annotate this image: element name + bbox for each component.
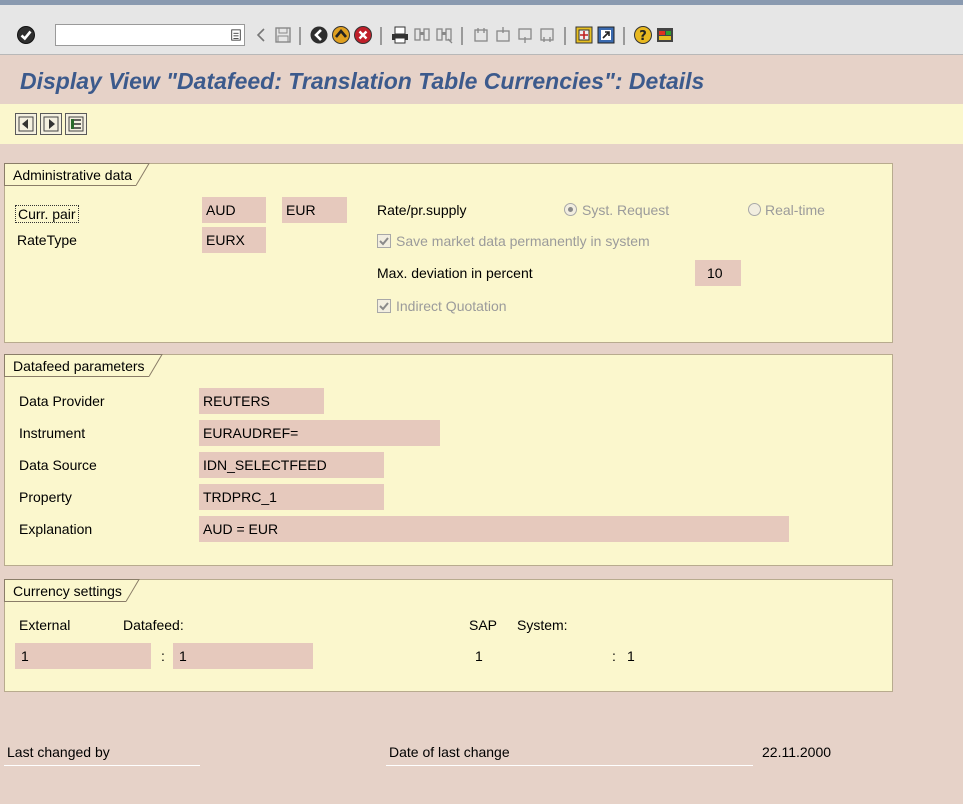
save-market-data-label: Save market data permanently in system — [396, 233, 650, 249]
group-administrative-data: Administrative data Curr. pair AUD EUR R… — [4, 163, 893, 343]
curr-to-field[interactable]: EUR — [282, 197, 347, 223]
explanation-label: Explanation — [19, 521, 93, 537]
group-datafeed-parameters: Datafeed parameters Data Provider REUTER… — [4, 354, 893, 566]
instrument-label: Instrument — [19, 425, 86, 441]
syst-request-label: Syst. Request — [582, 202, 670, 218]
date-of-last-change-value: 22.11.2000 — [762, 744, 832, 760]
data-source-field[interactable]: IDN_SELECTFEED — [199, 452, 384, 478]
window-top-border — [0, 0, 963, 5]
save-icon[interactable] — [272, 24, 294, 46]
real-time-label: Real-time — [765, 202, 825, 218]
checkmark-icon — [379, 237, 389, 246]
last-changed-by-underline — [4, 765, 200, 766]
external-label: External — [19, 617, 71, 633]
first-page-icon[interactable] — [470, 24, 492, 46]
datafeed-currency-field[interactable]: 1 — [173, 643, 313, 669]
group-title: Datafeed parameters — [4, 354, 149, 377]
toolbar-separator — [299, 27, 301, 45]
external-separator: : — [161, 648, 165, 664]
syst-request-radio[interactable] — [564, 203, 577, 216]
back-icon[interactable] — [308, 24, 330, 46]
rate-supply-label: Rate/pr.supply — [377, 202, 467, 218]
svg-text:?: ? — [639, 29, 647, 44]
create-session-icon[interactable] — [573, 24, 595, 46]
sap-separator: : — [612, 648, 616, 664]
date-of-last-change-underline — [386, 765, 753, 766]
group-tab-slant — [125, 579, 140, 602]
next-page-icon[interactable] — [514, 24, 536, 46]
system-toolbar: ? — [0, 0, 963, 55]
data-provider-field[interactable]: REUTERS — [199, 388, 324, 414]
exit-icon[interactable] — [330, 24, 352, 46]
sap-label: SAP — [469, 617, 498, 633]
rate-type-label: RateType — [17, 232, 77, 248]
shortcut-icon[interactable] — [595, 24, 617, 46]
find-icon[interactable] — [411, 24, 433, 46]
toolbar-separator — [564, 27, 566, 45]
group-tab: Currency settings — [4, 579, 140, 602]
property-field[interactable]: TRDPRC_1 — [199, 484, 384, 510]
group-tab-slant — [136, 163, 150, 186]
print-icon[interactable] — [389, 24, 411, 46]
date-of-last-change-label: Date of last change — [389, 744, 510, 760]
previous-entry-icon[interactable] — [15, 113, 37, 135]
datafeed-label: Datafeed: — [123, 617, 184, 633]
data-source-label: Data Source — [19, 457, 97, 473]
next-entry-icon[interactable] — [40, 113, 62, 135]
toolbar-separator — [623, 27, 625, 45]
rate-type-field[interactable]: EURX — [202, 227, 266, 253]
max-deviation-field[interactable]: 10 — [695, 260, 741, 286]
enter-icon[interactable] — [15, 24, 37, 46]
explanation-field[interactable]: AUD = EUR — [199, 516, 789, 542]
sap-currency-value: 1 — [475, 648, 483, 664]
variable-list-icon[interactable] — [65, 113, 87, 135]
toolbar-separator — [380, 27, 382, 45]
system-label: System: — [517, 617, 568, 633]
application-toolbar — [0, 104, 963, 144]
last-page-icon[interactable] — [536, 24, 558, 46]
max-deviation-label: Max. deviation in percent — [377, 265, 533, 281]
data-provider-label: Data Provider — [19, 393, 105, 409]
radio-selected-dot — [568, 207, 573, 212]
curr-from-field[interactable]: AUD — [202, 197, 266, 223]
sap-system-currency-value: 1 — [627, 648, 635, 664]
command-history-dropdown-icon[interactable] — [227, 24, 245, 46]
curr-pair-label[interactable]: Curr. pair — [15, 198, 79, 224]
save-market-data-checkbox[interactable] — [377, 234, 391, 248]
collapse-command-field-icon[interactable] — [250, 24, 272, 46]
command-field[interactable] — [55, 24, 245, 46]
external-currency-field[interactable]: 1 — [15, 643, 151, 669]
group-tab: Datafeed parameters — [4, 354, 163, 377]
group-title: Administrative data — [4, 163, 137, 186]
help-icon[interactable]: ? — [632, 24, 654, 46]
group-title: Currency settings — [4, 579, 126, 602]
group-tab: Administrative data — [4, 163, 150, 186]
indirect-quotation-label: Indirect Quotation — [396, 298, 507, 314]
property-label: Property — [19, 489, 72, 505]
cancel-icon[interactable] — [352, 24, 374, 46]
real-time-radio[interactable] — [748, 203, 761, 216]
page-title: Display View "Datafeed: Translation Tabl… — [20, 68, 705, 94]
toolbar-separator — [461, 27, 463, 45]
checkmark-icon — [379, 302, 389, 311]
instrument-field[interactable]: EURAUDREF= — [199, 420, 440, 446]
customize-layout-icon[interactable] — [654, 24, 676, 46]
previous-page-icon[interactable] — [492, 24, 514, 46]
group-tab-slant — [148, 354, 163, 377]
indirect-quotation-checkbox[interactable] — [377, 299, 391, 313]
last-changed-by-label: Last changed by — [7, 744, 110, 760]
find-next-icon[interactable] — [433, 24, 455, 46]
group-currency-settings: Currency settings External Datafeed: SAP… — [4, 579, 893, 692]
